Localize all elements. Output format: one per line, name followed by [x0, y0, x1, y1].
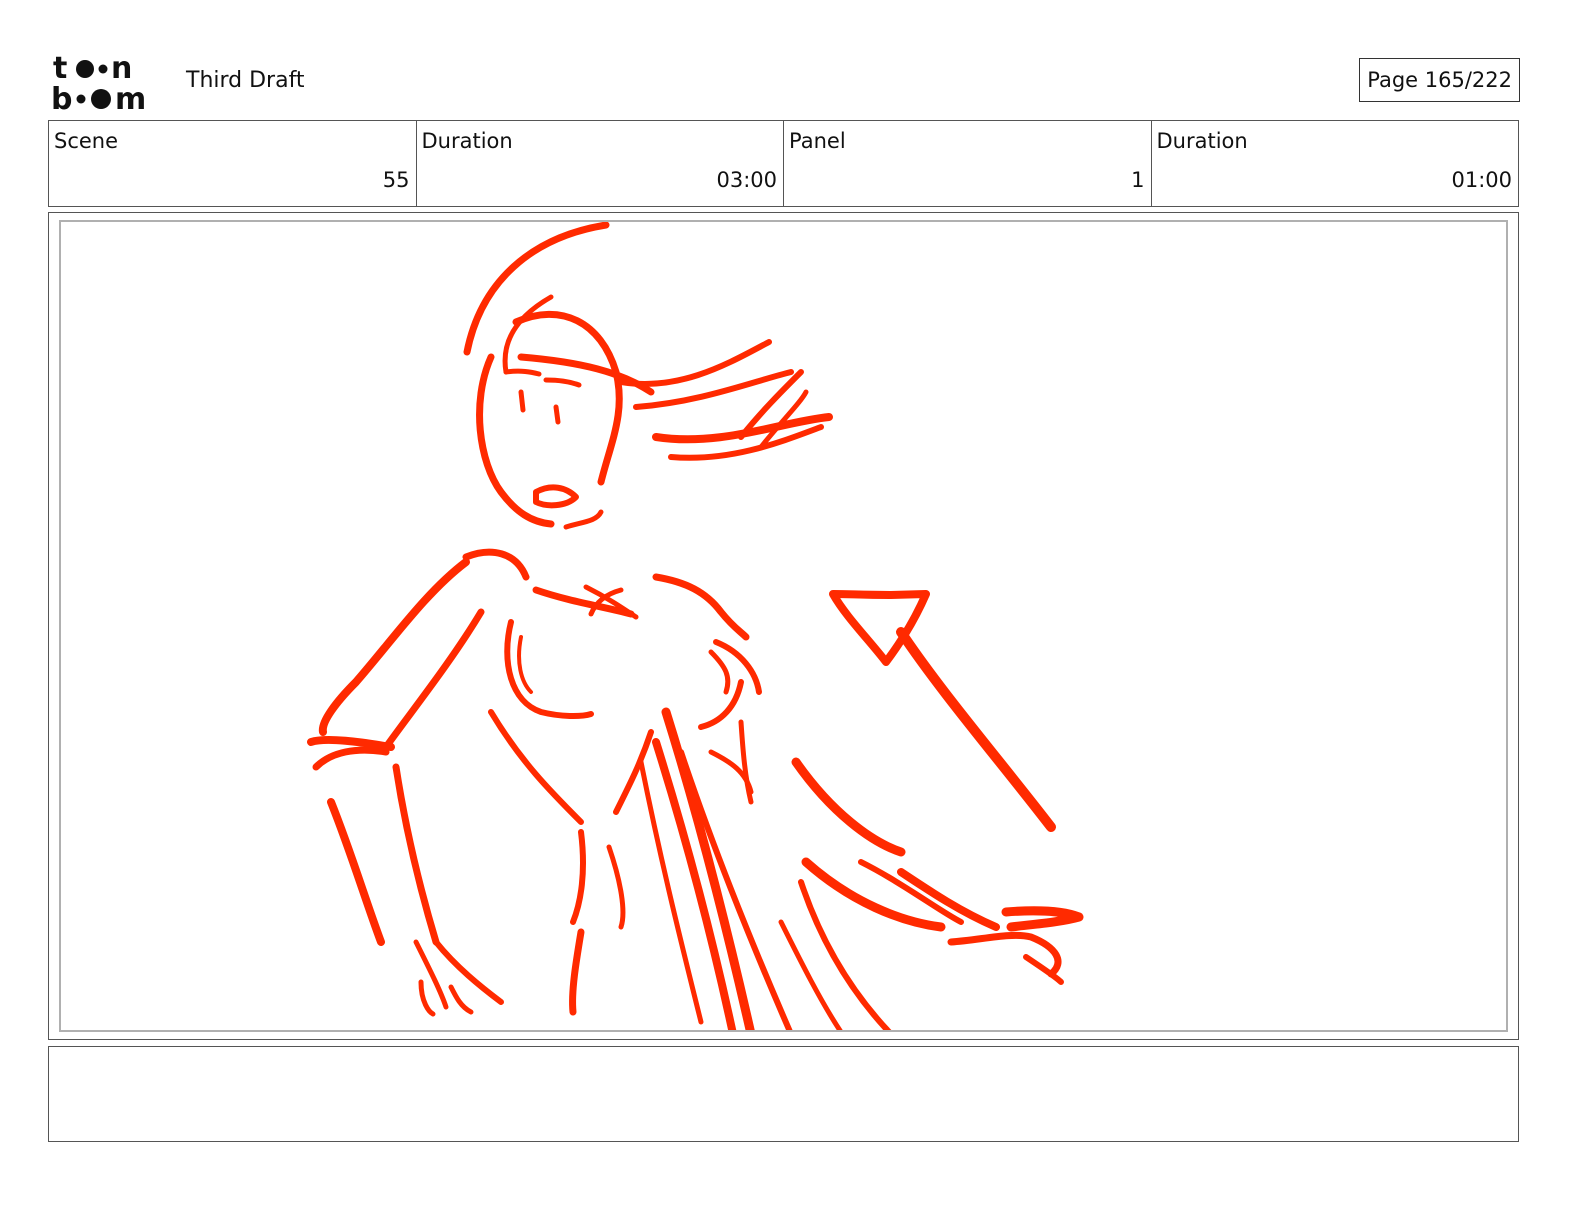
panel-label: Panel — [789, 129, 846, 153]
character-sketch — [307, 222, 1084, 1030]
storyboard-panel-frame — [48, 212, 1519, 1040]
panel-duration-cell: Duration 01:00 — [1152, 121, 1519, 206]
panel-duration-value: 01:00 — [1451, 168, 1512, 192]
svg-text:b: b — [51, 82, 72, 112]
panel-notes-box — [48, 1046, 1519, 1142]
svg-text:n: n — [111, 52, 132, 86]
page-indicator: Page 165/222 — [1359, 58, 1520, 102]
scene-label: Scene — [54, 129, 119, 153]
scene-duration-label: Duration — [421, 129, 513, 153]
scene-value: 55 — [382, 168, 410, 192]
storyboard-panel-image — [59, 220, 1508, 1032]
panel-value: 1 — [1131, 168, 1145, 192]
toon-boom-logo: t n b m — [51, 52, 146, 112]
panel-duration-label: Duration — [1156, 129, 1248, 153]
svg-text:t: t — [53, 52, 67, 86]
scene-duration-cell: Duration 03:00 — [417, 121, 784, 206]
document-title: Third Draft — [186, 68, 305, 93]
page-header: t n b m Third Draft Page 165/222 — [48, 48, 1520, 118]
svg-text:m: m — [115, 82, 146, 112]
panel-cell: Panel 1 — [784, 121, 1152, 206]
scene-cell: Scene 55 — [49, 121, 417, 206]
panel-info-row: Scene 55 Duration 03:00 Panel 1 Duration… — [48, 120, 1519, 207]
scene-duration-value: 03:00 — [716, 168, 777, 192]
